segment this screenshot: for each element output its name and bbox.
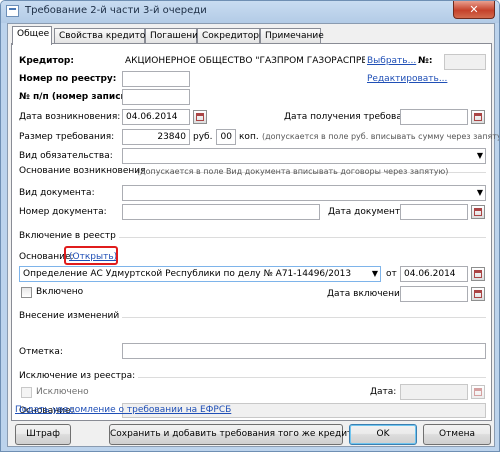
exclusion-date-input xyxy=(400,384,468,400)
occurrence-date-input[interactable]: 04.06.2014 xyxy=(122,109,190,125)
document-date-input[interactable] xyxy=(400,204,468,220)
receipt-date-input[interactable] xyxy=(400,109,468,125)
document-date-label: Дата документа: xyxy=(328,207,409,217)
mark-input[interactable] xyxy=(122,343,486,359)
creditor-number-field xyxy=(444,54,486,70)
occurrence-date-calendar-icon[interactable] xyxy=(193,110,207,124)
dropdown-arrow-icon: ▼ xyxy=(476,188,483,197)
from-label: от xyxy=(386,269,397,279)
record-number-input[interactable] xyxy=(122,89,190,105)
inclusion-basis-date-input[interactable]: 04.06.2014 xyxy=(400,266,468,282)
kop-unit: коп. xyxy=(239,132,259,142)
obligation-type-label: Вид обязательства: xyxy=(19,151,113,161)
inclusion-date-input[interactable] xyxy=(400,286,468,302)
document-type-select[interactable]: ▼ xyxy=(122,185,486,201)
mark-label: Отметка: xyxy=(19,347,63,357)
creditor-label: Кредитор: xyxy=(19,56,74,66)
amount-rub-input[interactable]: 23840 xyxy=(122,129,190,145)
select-creditor-link[interactable]: Выбрать... xyxy=(367,56,416,66)
tab-co-creditors[interactable]: Сокредиторы xyxy=(197,28,266,44)
exclusion-date-label: Дата: xyxy=(370,387,397,397)
amount-label: Размер требования: xyxy=(19,132,115,142)
tab-repayment[interactable]: Погашение xyxy=(145,28,204,44)
app-icon xyxy=(6,5,19,17)
save-and-add-button[interactable]: Сохранить и добавить требования того же … xyxy=(109,424,369,445)
dropdown-arrow-icon: ▼ xyxy=(476,151,483,160)
registry-number-input[interactable] xyxy=(122,71,190,87)
amount-hint: (допускается в поле руб. вписывать сумму… xyxy=(262,132,500,141)
creditor-field: АКЦИОНЕРНОЕ ОБЩЕСТВО "ГАЗПРОМ ГАЗОРАСПРЕ… xyxy=(125,56,365,66)
dialog-client: Общее Свойства кредитора Погашение Сокре… xyxy=(7,23,499,447)
dropdown-arrow-icon: ▼ xyxy=(371,269,378,278)
basis-group-hint: (допускается в поле Вид документа вписыв… xyxy=(137,167,449,176)
inclusion-group-title: Включение в реестр xyxy=(19,231,119,241)
edit-creditor-link[interactable]: Редактировать... xyxy=(367,74,447,84)
record-number-label: № п/п (номер записи): xyxy=(19,92,135,102)
title-bar[interactable]: Требование 2-й части 3-й очереди ✕ xyxy=(1,1,499,23)
inclusion-basis-calendar-icon[interactable] xyxy=(471,267,485,281)
tab-general[interactable]: Общее xyxy=(12,26,52,45)
window-title: Требование 2-й части 3-й очереди xyxy=(25,5,207,16)
creditor-number-label: №: xyxy=(418,56,433,66)
highlight-box xyxy=(64,246,118,265)
excluded-checkbox xyxy=(21,387,32,398)
amount-kop-input[interactable]: 00 xyxy=(216,129,236,145)
document-number-label: Номер документа: xyxy=(19,207,107,217)
obligation-type-select[interactable]: ▼ xyxy=(122,148,486,164)
exclusion-date-calendar-icon xyxy=(471,385,485,399)
efrsb-notify-link[interactable]: Подать уведомление о требовании на ЕФРСБ xyxy=(15,405,231,415)
inclusion-date-label: Дата включения: xyxy=(327,289,409,299)
receipt-date-calendar-icon[interactable] xyxy=(471,110,485,124)
included-checkbox-label: Включено xyxy=(36,287,84,297)
tab-note[interactable]: Примечание xyxy=(260,28,324,44)
ok-button[interactable]: OK xyxy=(349,424,417,445)
fine-button[interactable]: Штраф xyxy=(15,424,71,445)
inclusion-basis-select[interactable]: Определение АС Удмуртской Республики по … xyxy=(19,266,381,282)
included-checkbox[interactable] xyxy=(21,287,32,298)
general-panel: Кредитор: АКЦИОНЕРНОЕ ОБЩЕСТВО "ГАЗПРОМ … xyxy=(11,43,499,421)
tab-creditor-properties[interactable]: Свойства кредитора xyxy=(54,28,157,44)
changes-group-title: Внесение изменений xyxy=(19,311,123,321)
inclusion-date-calendar-icon[interactable] xyxy=(471,287,485,301)
cancel-button[interactable]: Отмена xyxy=(423,424,491,445)
document-number-input[interactable] xyxy=(122,204,320,220)
excluded-checkbox-label: Исключено xyxy=(36,387,89,397)
rub-unit: руб. xyxy=(193,132,213,142)
exclusion-group-title: Исключение из реестра: xyxy=(19,371,139,381)
registry-number-label: Номер по реестру: xyxy=(19,74,117,84)
close-button[interactable]: ✕ xyxy=(453,1,495,19)
document-type-label: Вид документа: xyxy=(19,188,95,198)
basis-group-title: Основание возникновения xyxy=(19,166,149,176)
document-date-calendar-icon[interactable] xyxy=(471,205,485,219)
dialog-window: Требование 2-й части 3-й очереди ✕ Общее… xyxy=(0,0,500,452)
occurrence-date-label: Дата возникновения: xyxy=(19,112,121,122)
inclusion-basis-value: Определение АС Удмуртской Республики по … xyxy=(23,269,352,279)
